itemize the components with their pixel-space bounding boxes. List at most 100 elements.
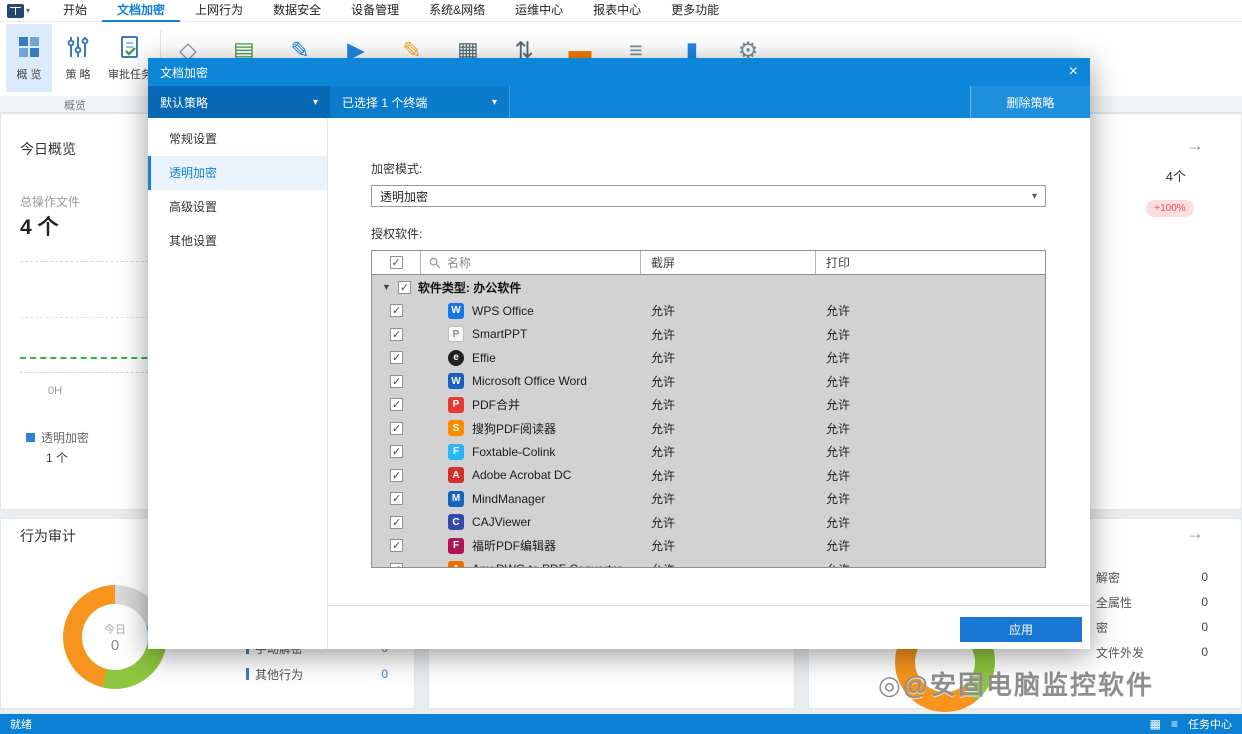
stats-item[interactable]: 全属性 0	[1096, 594, 1208, 610]
print-permission[interactable]: 允许	[816, 537, 1045, 554]
screen-permission[interactable]: 允许	[641, 561, 816, 568]
screen-permission[interactable]: 允许	[641, 302, 816, 319]
print-column-header[interactable]: 打印	[816, 251, 1045, 274]
collapse-expander-icon[interactable]: ▼	[382, 282, 391, 292]
print-permission[interactable]: 允许	[816, 373, 1045, 390]
screen-permission[interactable]: 允许	[641, 514, 816, 531]
screen-permission[interactable]: 允许	[641, 490, 816, 507]
right-top-arrow-icon[interactable]: →	[1186, 135, 1204, 156]
select-all-checkbox[interactable]	[390, 256, 403, 269]
app-window-icon[interactable]	[7, 4, 24, 18]
screen-permission[interactable]: 允许	[641, 349, 816, 366]
table-row[interactable]: W WPS Office 允许 允许	[372, 299, 1045, 323]
terminal-dropdown[interactable]: 已选择 1 个终端 ▾	[330, 86, 510, 118]
screen-permission[interactable]: 允许	[641, 420, 816, 437]
apply-button[interactable]: 应用	[960, 617, 1082, 642]
dialog-nav-item[interactable]: 常规设置	[148, 122, 327, 156]
row-checkbox[interactable]	[390, 351, 403, 364]
table-row[interactable]: W Microsoft Office Word 允许 允许	[372, 370, 1045, 394]
screen-column-header[interactable]: 截屏	[641, 251, 816, 274]
menu-tab[interactable]: 运维中心	[500, 0, 578, 22]
print-permission[interactable]: 允许	[816, 326, 1045, 343]
table-row[interactable]: F 福昕PDF编辑器 允许 允许	[372, 534, 1045, 558]
screen-permission[interactable]: 允许	[641, 396, 816, 413]
menu-tab[interactable]: 文档加密	[102, 0, 180, 22]
app-menu-caret-icon[interactable]: ▾	[26, 6, 30, 15]
print-permission[interactable]: 允许	[816, 490, 1045, 507]
checklist-icon	[118, 35, 142, 59]
list-view-icon[interactable]: ≡	[1171, 717, 1178, 731]
encrypt-mode-select[interactable]: 透明加密 ▾	[371, 185, 1046, 207]
row-checkbox[interactable]	[390, 492, 403, 505]
row-checkbox[interactable]	[390, 375, 403, 388]
screen-permission[interactable]: 允许	[641, 467, 816, 484]
screen-permission[interactable]: 允许	[641, 373, 816, 390]
menu-tab[interactable]: 上网行为	[180, 0, 258, 22]
behavior-audit-title: 行为审计	[20, 526, 76, 546]
print-permission[interactable]: 允许	[816, 443, 1045, 460]
row-checkbox[interactable]	[390, 304, 403, 317]
right-bottom-arrow-icon[interactable]: →	[1186, 523, 1204, 544]
encrypt-mode-label: 加密模式:	[371, 160, 1046, 177]
table-row[interactable]: C CAJViewer 允许 允许	[372, 511, 1045, 535]
menu-tab[interactable]: 系统&网络	[414, 0, 500, 22]
table-row[interactable]: S 搜狗PDF阅读器 允许 允许	[372, 417, 1045, 441]
stats-item-label: 密	[1096, 619, 1201, 636]
table-row[interactable]: A Any DWG to PDF Converter 允许 允许	[372, 558, 1045, 569]
table-row[interactable]: P PDF合并 允许 允许	[372, 393, 1045, 417]
dialog-title-bar[interactable]: 文档加密 ×	[148, 58, 1090, 86]
screen-permission[interactable]: 允许	[641, 326, 816, 343]
ribbon-button-policy[interactable]: 策 略	[55, 24, 101, 92]
row-checkbox[interactable]	[390, 445, 403, 458]
print-permission[interactable]: 允许	[816, 396, 1045, 413]
software-name: Foxtable-Colink	[472, 445, 555, 459]
table-row[interactable]: F Foxtable-Colink 允许 允许	[372, 440, 1045, 464]
row-checkbox[interactable]	[390, 469, 403, 482]
delete-policy-button[interactable]: 删除策略	[970, 86, 1090, 118]
row-checkbox[interactable]	[390, 422, 403, 435]
print-permission[interactable]: 允许	[816, 514, 1045, 531]
ribbon-button-overview[interactable]: 概 览	[6, 24, 52, 92]
table-row[interactable]: e Effie 允许 允许	[372, 346, 1045, 370]
screen-permission[interactable]: 允许	[641, 537, 816, 554]
row-checkbox[interactable]	[390, 398, 403, 411]
stats-item-label: 解密	[1096, 569, 1201, 586]
name-column-header[interactable]: 名称	[447, 254, 471, 271]
group-row[interactable]: ▼ 软件类型: 办公软件	[372, 275, 1045, 299]
menu-tab[interactable]: 开始	[48, 0, 102, 22]
audit-item-label: 其他行为	[255, 666, 381, 683]
print-permission[interactable]: 允许	[816, 561, 1045, 568]
screen-permission[interactable]: 允许	[641, 443, 816, 460]
row-checkbox[interactable]	[390, 328, 403, 341]
table-row[interactable]: M MindManager 允许 允许	[372, 487, 1045, 511]
task-center-link[interactable]: 任务中心	[1188, 716, 1232, 732]
print-permission[interactable]: 允许	[816, 349, 1045, 366]
dialog-nav-item[interactable]: 高级设置	[148, 190, 327, 224]
status-right: ▦ ≡ 任务中心	[1150, 716, 1232, 732]
audit-legend-item[interactable]: 其他行为 0	[246, 666, 388, 682]
policy-dropdown[interactable]: 默认策略 ▾	[148, 86, 330, 118]
authorized-software-label: 授权软件:	[371, 225, 1046, 242]
print-permission[interactable]: 允许	[816, 467, 1045, 484]
dialog-nav-item[interactable]: 透明加密	[148, 156, 327, 190]
row-checkbox[interactable]	[390, 539, 403, 552]
close-icon[interactable]: ×	[1069, 64, 1078, 80]
print-permission[interactable]: 允许	[816, 420, 1045, 437]
legend-value: 1 个	[46, 449, 68, 466]
menu-tab[interactable]: 更多功能	[656, 0, 734, 22]
table-row[interactable]: A Adobe Acrobat DC 允许 允许	[372, 464, 1045, 488]
print-permission[interactable]: 允许	[816, 302, 1045, 319]
row-checkbox[interactable]	[390, 563, 403, 568]
stats-item[interactable]: 解密 0	[1096, 569, 1208, 585]
dialog-nav-item[interactable]: 其他设置	[148, 224, 327, 258]
row-checkbox[interactable]	[390, 516, 403, 529]
menu-tab[interactable]: 数据安全	[258, 0, 336, 22]
stats-item[interactable]: 文件外发 0	[1096, 644, 1208, 660]
menu-tab[interactable]: 设备管理	[336, 0, 414, 22]
table-row[interactable]: P SmartPPT 允许 允许	[372, 323, 1045, 347]
legend-swatch	[26, 433, 35, 442]
menu-tab[interactable]: 报表中心	[578, 0, 656, 22]
group-checkbox[interactable]	[398, 281, 411, 294]
stats-item[interactable]: 密 0	[1096, 619, 1208, 635]
grid-view-icon[interactable]: ▦	[1150, 717, 1161, 731]
